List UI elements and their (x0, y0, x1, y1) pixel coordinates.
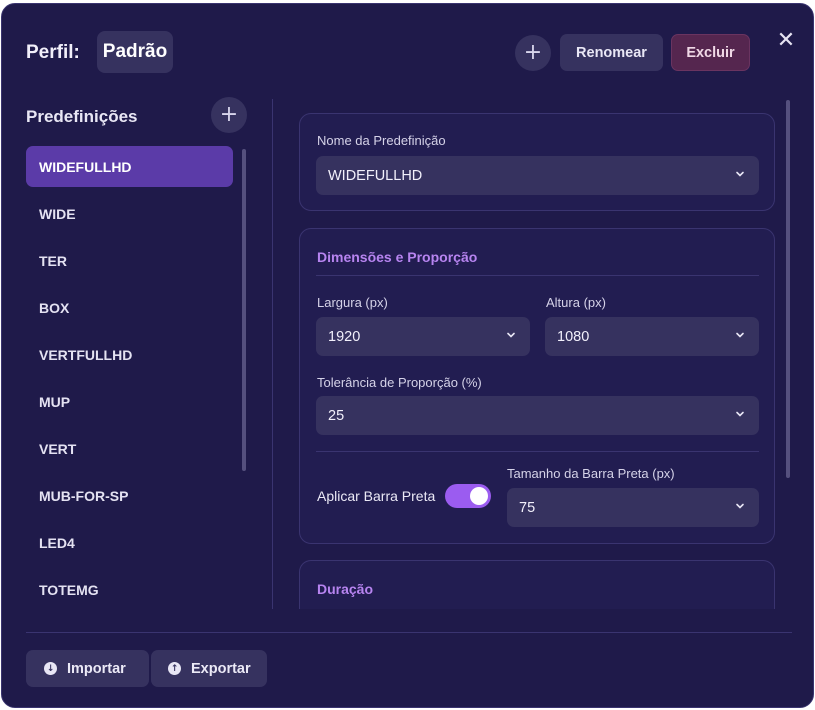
add-preset-button[interactable]: + (211, 97, 247, 133)
apply-black-bar-toggle[interactable] (445, 484, 491, 508)
chevron-down-icon (507, 332, 515, 338)
height-select[interactable]: 1080 (545, 317, 759, 356)
upload-circle-icon: ↑ (168, 662, 181, 675)
divider (316, 451, 759, 452)
width-select[interactable]: 1920 (316, 317, 530, 356)
delete-button[interactable]: Excluir (671, 34, 750, 71)
tolerance-select[interactable]: 25 (316, 396, 759, 435)
rename-button[interactable]: Renomear (560, 34, 663, 71)
preset-item-mub-for-sp[interactable]: MUB-FOR-SP (26, 475, 233, 516)
preset-item-led4[interactable]: LED4 (26, 522, 233, 563)
black-bar-size-value: 75 (519, 499, 536, 516)
preset-item-mup[interactable]: MUP (26, 381, 233, 422)
apply-black-bar-label: Aplicar Barra Preta (317, 488, 436, 504)
export-button[interactable]: ↑ Exportar (151, 650, 267, 687)
export-label: Exportar (191, 660, 251, 677)
editor-scrollbar[interactable] (786, 100, 790, 478)
chevron-down-icon (736, 411, 744, 417)
preset-item-wide[interactable]: WIDE (26, 193, 233, 234)
preset-editor: Nome da Predefinição WIDEFULLHD Dimensõe… (282, 104, 792, 609)
preset-item-box[interactable]: BOX (26, 287, 233, 328)
plus-icon: + (219, 102, 239, 127)
preset-item-vertfullhd[interactable]: VERTFULLHD (26, 334, 233, 375)
height-value: 1080 (557, 328, 590, 345)
import-button[interactable]: ↓ Importar (26, 650, 149, 687)
height-label: Altura (px) (546, 295, 606, 310)
dimensions-card: Dimensões e Proporção Largura (px) 1920 … (299, 228, 775, 544)
profile-label: Perfil: (26, 42, 80, 63)
preset-list: WIDEFULLHD WIDE TER BOX VERTFULLHD MUP V… (26, 146, 233, 616)
tolerance-value: 25 (328, 407, 345, 424)
tolerance-label: Tolerância de Proporção (%) (317, 375, 482, 390)
preset-name-select[interactable]: WIDEFULLHD (316, 156, 759, 195)
footer-divider (26, 632, 792, 633)
preset-item-totemg[interactable]: TOTEMG (26, 569, 233, 610)
width-label: Largura (px) (317, 295, 388, 310)
plus-icon: + (523, 40, 543, 65)
preset-name-value: WIDEFULLHD (328, 167, 423, 184)
preset-name-label: Nome da Predefinição (317, 133, 446, 148)
sidebar-scrollbar[interactable] (242, 149, 246, 471)
toggle-knob (470, 487, 488, 505)
chevron-down-icon (736, 171, 744, 177)
width-value: 1920 (328, 328, 361, 345)
add-profile-button[interactable]: + (515, 35, 551, 71)
divider (316, 275, 759, 276)
column-divider (272, 99, 273, 609)
download-circle-icon: ↓ (44, 662, 57, 675)
close-icon[interactable]: ✕ (774, 28, 798, 53)
presets-heading: Predefinições (26, 107, 138, 126)
dimensions-title: Dimensões e Proporção (317, 249, 478, 265)
duration-card: Duração (299, 560, 775, 609)
chevron-down-icon (736, 332, 744, 338)
black-bar-size-label: Tamanho da Barra Preta (px) (507, 466, 675, 481)
preset-name-card: Nome da Predefinição WIDEFULLHD (299, 113, 775, 211)
preset-item-vert[interactable]: VERT (26, 428, 233, 469)
duration-title: Duração (317, 581, 374, 597)
preset-item-ter[interactable]: TER (26, 240, 233, 281)
import-label: Importar (67, 660, 126, 677)
profile-name-chip[interactable]: Padrão (97, 31, 173, 73)
preset-manager-dialog: Perfil: Padrão + Renomear Excluir ✕ Pred… (1, 3, 814, 708)
preset-item-widefullhd[interactable]: WIDEFULLHD (26, 146, 233, 187)
black-bar-size-select[interactable]: 75 (507, 488, 759, 527)
chevron-down-icon (736, 503, 744, 509)
